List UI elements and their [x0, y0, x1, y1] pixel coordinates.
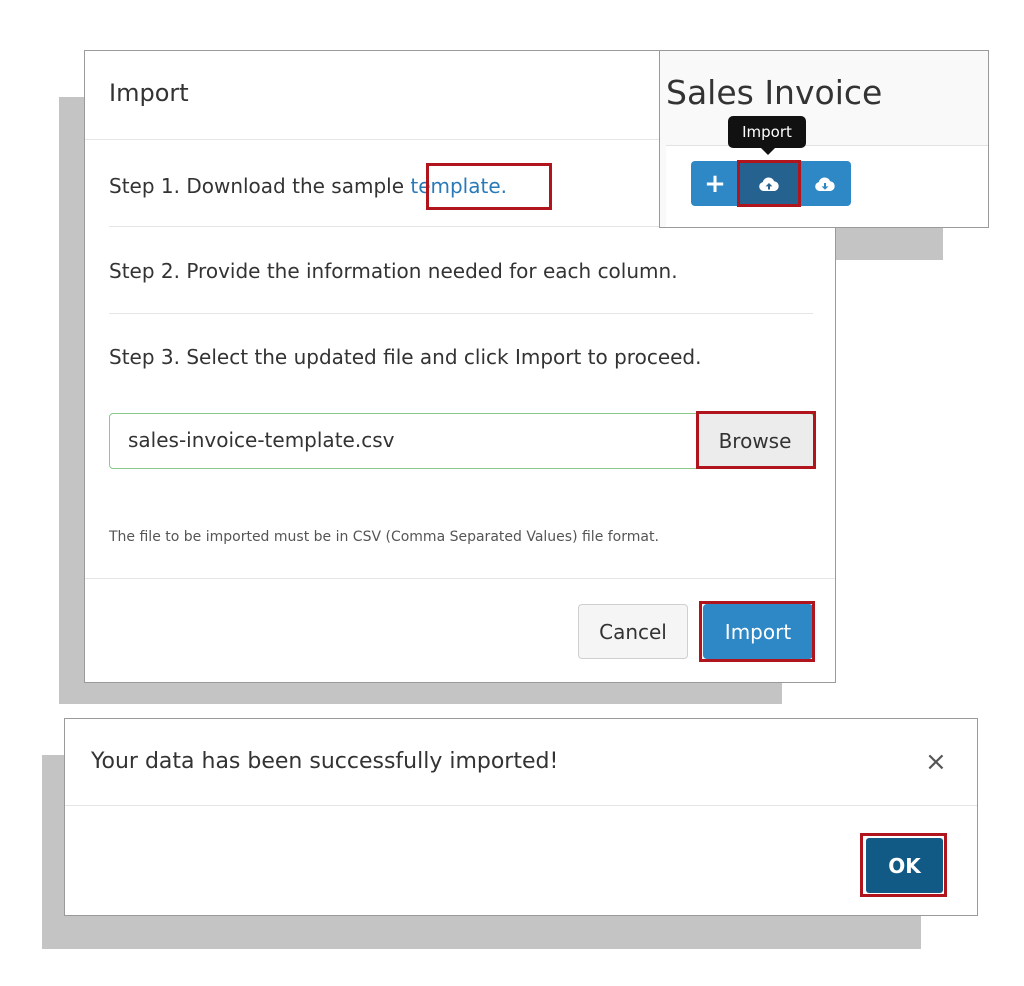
export-toolbar-button[interactable]	[799, 161, 851, 206]
highlight-ok-button	[860, 833, 947, 897]
divider	[85, 578, 835, 579]
format-note: The file to be imported must be in CSV (…	[109, 529, 659, 545]
highlight-import-toolbar-button	[737, 160, 801, 207]
plus-icon: +	[704, 168, 726, 199]
import-modal-title: Import	[109, 79, 189, 107]
close-icon[interactable]: ×	[925, 747, 947, 777]
success-message: Your data has been successfully imported…	[91, 749, 559, 774]
step-2: Step 2. Provide the information needed f…	[109, 259, 678, 283]
divider	[109, 313, 813, 314]
file-name-value: sales-invoice-template.csv	[128, 428, 395, 452]
step-3: Step 3. Select the updated file and clic…	[109, 345, 702, 369]
highlight-browse-button	[696, 411, 816, 469]
highlight-template-link	[426, 163, 552, 210]
cancel-button[interactable]: Cancel	[578, 604, 688, 659]
tooltip-arrow	[760, 147, 776, 155]
success-dialog: Your data has been successfully imported…	[64, 718, 978, 916]
add-button[interactable]: +	[691, 161, 739, 206]
step-1-text: Step 1. Download the sample	[109, 174, 411, 198]
import-tooltip: Import	[728, 116, 806, 148]
sales-invoice-title: Sales Invoice	[666, 73, 883, 112]
cloud-download-icon	[815, 176, 835, 191]
highlight-import-button	[699, 601, 815, 662]
divider	[65, 805, 977, 806]
